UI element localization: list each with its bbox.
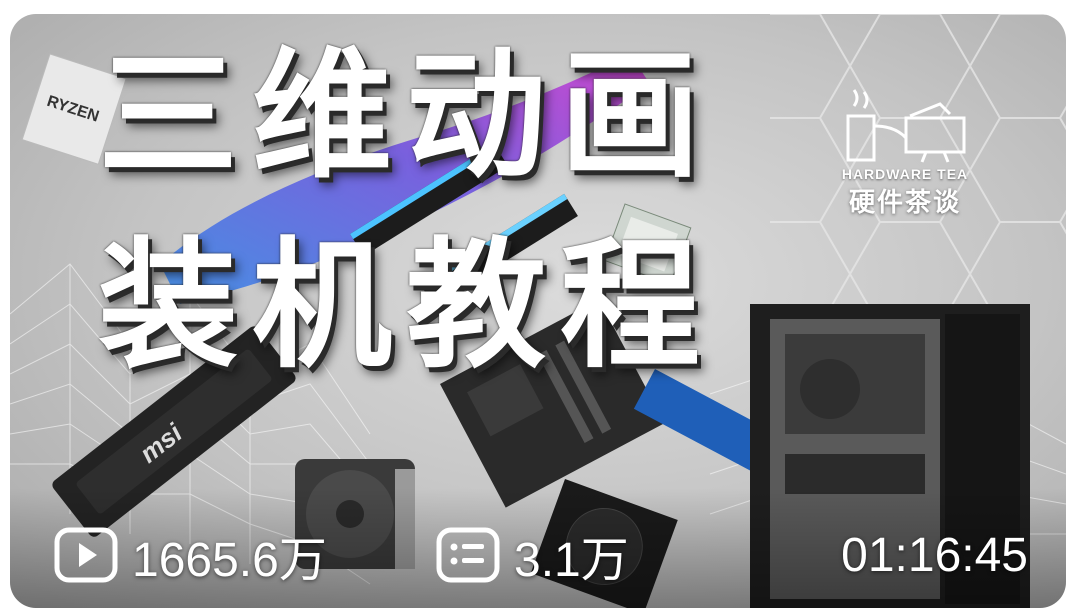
teapot-computer-icon (846, 89, 966, 163)
danmaku-icon (436, 527, 500, 583)
play-views-icon (54, 527, 118, 583)
video-title-line-1: 三维动画 (98, 35, 715, 198)
danmaku-count-value: 3.1万 (514, 534, 629, 587)
danmaku-count: 3.1万 (436, 520, 629, 590)
channel-name-en: HARDWARE TEA (841, 166, 969, 182)
view-count: 1665.6万 (54, 520, 327, 590)
video-thumbnail-card[interactable]: RYZEN msi 三维动画 装机教程 HARDWARE TEA 硬件茶谈 16… (10, 14, 1066, 608)
channel-brand-logo: HARDWARE TEA 硬件茶谈 (825, 86, 985, 236)
view-count-value: 1665.6万 (132, 534, 327, 587)
channel-name-cn: 硬件茶谈 (848, 188, 961, 218)
video-title-line-2: 装机教程 (98, 225, 715, 388)
video-duration: 01:16:45 (841, 528, 1028, 582)
